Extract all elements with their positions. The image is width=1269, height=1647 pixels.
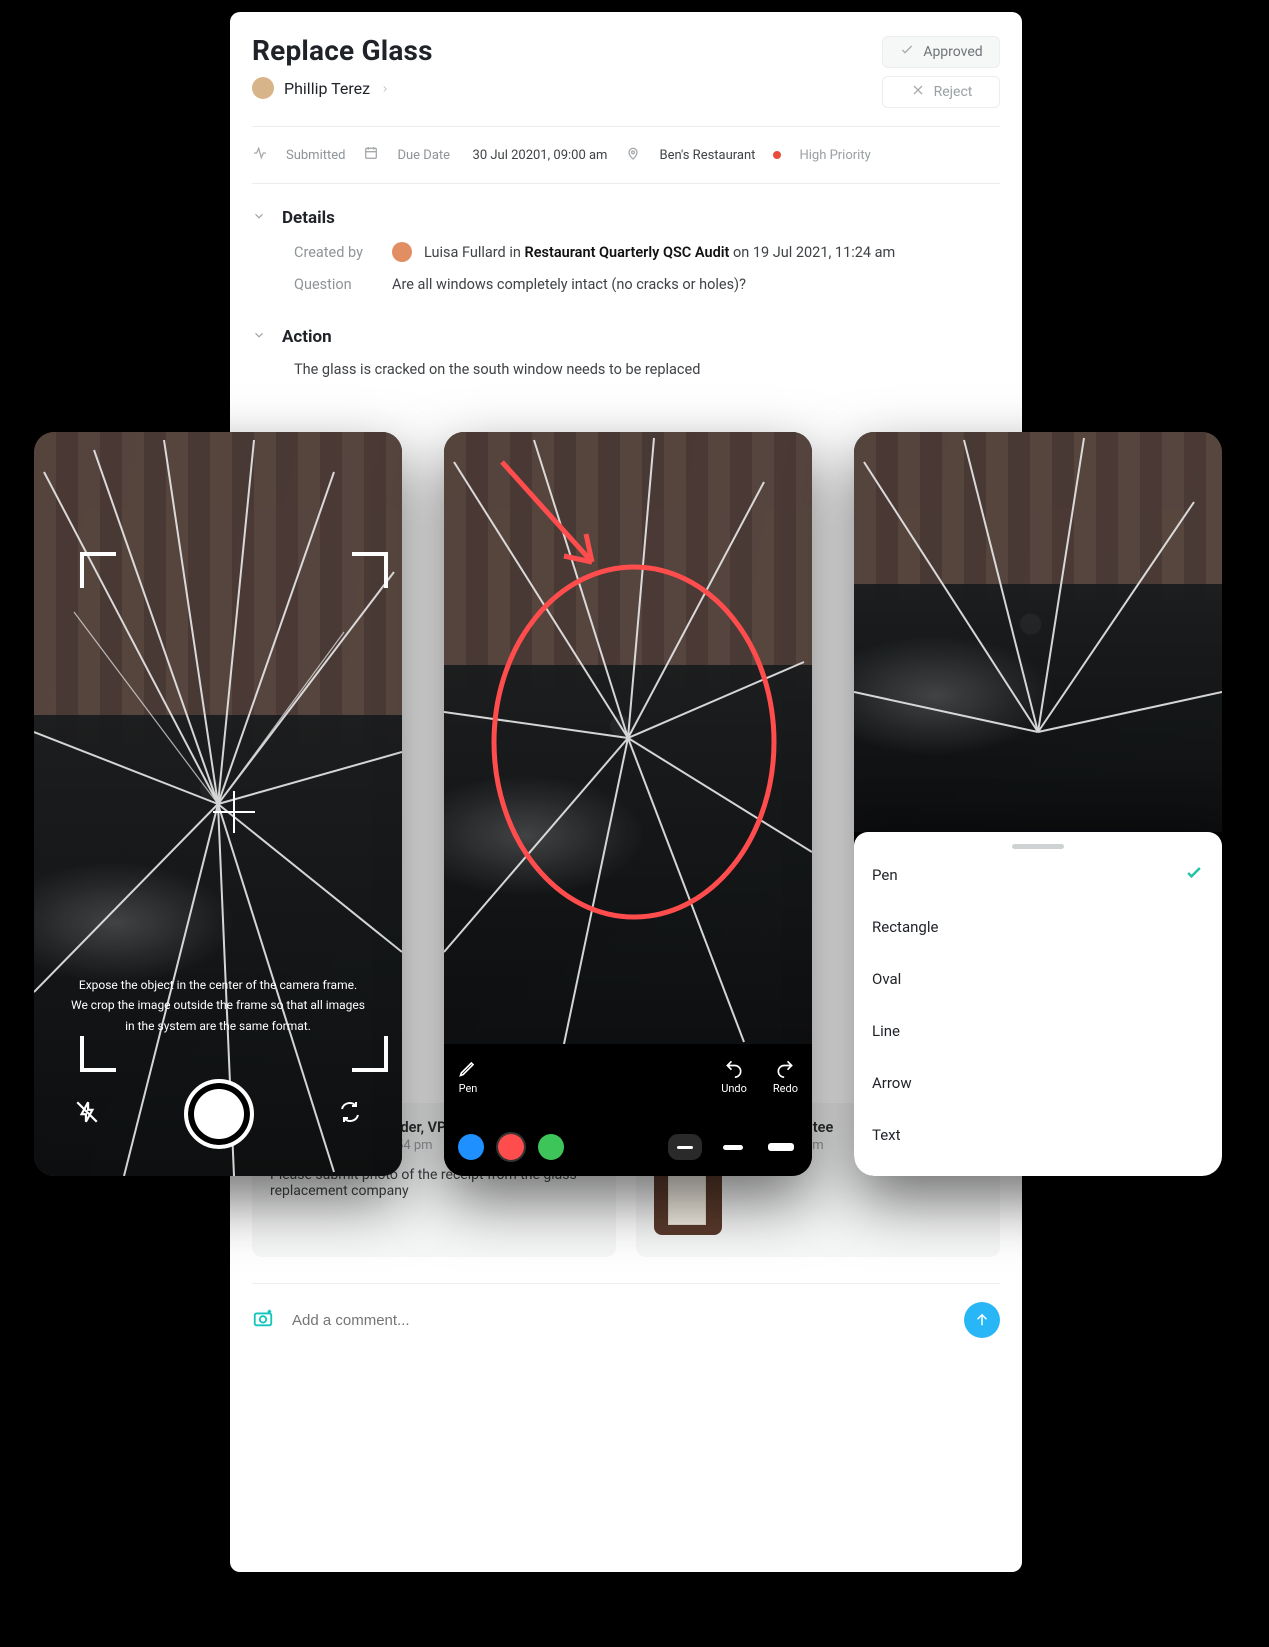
stroke-thin[interactable] bbox=[668, 1134, 702, 1160]
created-by-label: Created by bbox=[294, 244, 380, 261]
mobile-editor: Pen Undo Redo bbox=[444, 432, 812, 1176]
page-title: Replace Glass bbox=[252, 34, 433, 67]
send-button[interactable] bbox=[964, 1302, 1000, 1338]
chevron-down-icon bbox=[252, 208, 266, 228]
close-icon bbox=[910, 82, 926, 102]
comment-attachment-thumbnail[interactable] bbox=[654, 1167, 722, 1235]
calendar-icon bbox=[363, 145, 379, 165]
meta-row: Submitted Due Date 30 Jul 20201, 09:00 a… bbox=[252, 145, 1000, 165]
check-icon bbox=[1184, 863, 1204, 887]
created-by-name: Luisa Fullard in bbox=[424, 244, 521, 261]
color-swatch-blue[interactable] bbox=[458, 1134, 484, 1160]
shutter-button[interactable] bbox=[184, 1079, 254, 1149]
priority-value: High Priority bbox=[799, 148, 870, 163]
camera-help: Expose the object in the center of the c… bbox=[34, 975, 402, 1036]
status-value: Submitted bbox=[286, 148, 345, 163]
question-label: Question bbox=[294, 276, 380, 293]
tool-label: Rectangle bbox=[872, 918, 938, 936]
comment-composer bbox=[252, 1283, 1000, 1360]
action-toggle[interactable]: Action bbox=[252, 327, 1000, 347]
tool-label: Arrow bbox=[872, 1074, 912, 1092]
mobile-tools-sheet: Pen Rectangle Oval Line Arrow Text bbox=[854, 432, 1222, 1176]
location-icon bbox=[625, 145, 641, 165]
camera-plus-icon[interactable] bbox=[252, 1307, 274, 1333]
action-heading: Action bbox=[282, 327, 332, 347]
switch-camera-icon[interactable] bbox=[338, 1100, 362, 1128]
created-on: on 19 Jul 2021, 11:24 am bbox=[733, 244, 895, 261]
priority-dot-icon bbox=[773, 151, 781, 159]
tool-item-pen[interactable]: Pen bbox=[872, 849, 1204, 901]
action-text: The glass is cracked on the south window… bbox=[294, 361, 1000, 378]
check-icon bbox=[899, 42, 915, 62]
reject-button[interactable]: Reject bbox=[882, 76, 1000, 108]
cracked-glass-photo bbox=[854, 432, 1222, 832]
tool-item-oval[interactable]: Oval bbox=[872, 953, 1204, 1005]
details-toggle[interactable]: Details bbox=[252, 208, 1000, 228]
tool-label: Oval bbox=[872, 970, 901, 988]
due-value: 30 Jul 20201, 09:00 am bbox=[473, 148, 608, 163]
approved-button[interactable]: Approved bbox=[882, 36, 1000, 68]
tool-item-rectangle[interactable]: Rectangle bbox=[872, 901, 1204, 953]
crosshair-icon bbox=[213, 791, 255, 833]
tool-item-arrow[interactable]: Arrow bbox=[872, 1057, 1204, 1109]
undo-button[interactable]: Undo bbox=[721, 1058, 747, 1095]
chevron-right-icon bbox=[380, 79, 390, 98]
tool-label: Line bbox=[872, 1022, 900, 1040]
assignee-name: Phillip Terez bbox=[284, 79, 370, 98]
details-heading: Details bbox=[282, 208, 335, 228]
mobile-camera: Expose the object in the center of the c… bbox=[34, 432, 402, 1176]
created-in-link[interactable]: Restaurant Quarterly QSC Audit bbox=[524, 244, 729, 261]
activity-icon bbox=[252, 145, 268, 165]
stroke-medium[interactable] bbox=[716, 1134, 750, 1160]
color-swatch-red[interactable] bbox=[498, 1134, 524, 1160]
comment-input[interactable] bbox=[290, 1311, 948, 1330]
avatar bbox=[392, 242, 412, 262]
assignee-row[interactable]: Phillip Terez bbox=[252, 77, 433, 99]
tool-label: Text bbox=[872, 1126, 901, 1144]
pen-label: Pen bbox=[459, 1082, 478, 1095]
tool-item-line[interactable]: Line bbox=[872, 1005, 1204, 1057]
location-value: Ben's Restaurant bbox=[659, 148, 755, 163]
question-text: Are all windows completely intact (no cr… bbox=[392, 276, 746, 293]
redo-label: Redo bbox=[773, 1082, 798, 1095]
pen-tool-button[interactable]: Pen bbox=[458, 1058, 478, 1095]
reject-label: Reject bbox=[934, 84, 973, 100]
stroke-thick[interactable] bbox=[764, 1134, 798, 1160]
tool-item-text[interactable]: Text bbox=[872, 1109, 1204, 1161]
tool-label: Pen bbox=[872, 866, 898, 884]
avatar bbox=[252, 77, 274, 99]
redo-button[interactable]: Redo bbox=[773, 1058, 798, 1095]
color-swatch-green[interactable] bbox=[538, 1134, 564, 1160]
flash-off-icon[interactable] bbox=[74, 1099, 100, 1129]
due-label: Due Date bbox=[397, 148, 450, 163]
undo-label: Undo bbox=[721, 1082, 747, 1095]
chevron-down-icon bbox=[252, 327, 266, 347]
approved-label: Approved bbox=[923, 44, 982, 60]
annotation-layer[interactable] bbox=[444, 432, 812, 1044]
